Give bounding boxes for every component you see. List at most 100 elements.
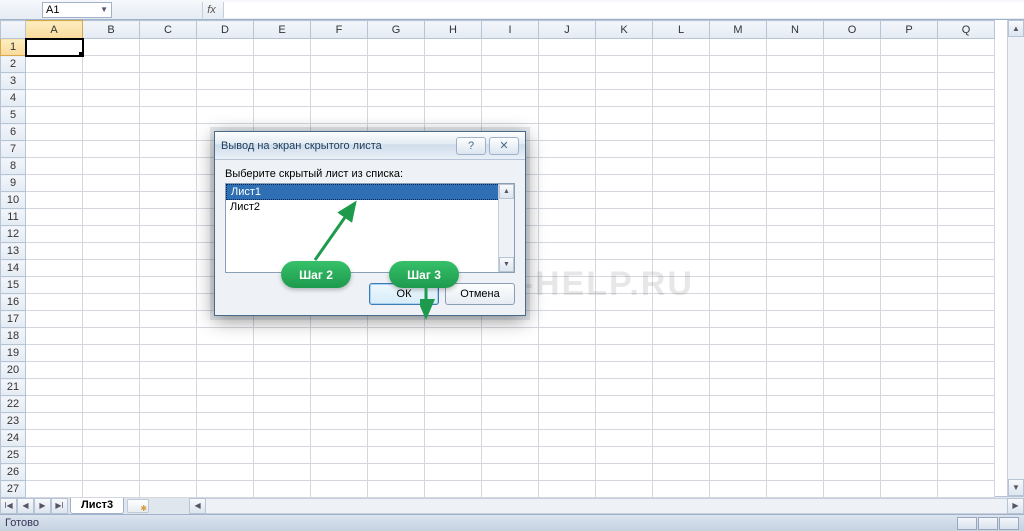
fx-button[interactable]: fx xyxy=(202,2,220,18)
cell-K13[interactable] xyxy=(596,243,653,260)
cell-J25[interactable] xyxy=(539,447,596,464)
cell-B23[interactable] xyxy=(83,413,140,430)
cell-Q6[interactable] xyxy=(938,124,995,141)
row-header-5[interactable]: 5 xyxy=(1,107,26,124)
cell-A22[interactable] xyxy=(26,396,83,413)
cell-J1[interactable] xyxy=(539,39,596,56)
cell-N24[interactable] xyxy=(767,430,824,447)
cell-H2[interactable] xyxy=(425,56,482,73)
cell-B6[interactable] xyxy=(83,124,140,141)
cell-F23[interactable] xyxy=(311,413,368,430)
horizontal-scrollbar[interactable]: ◀ ▶ xyxy=(189,498,1024,514)
cell-L11[interactable] xyxy=(653,209,710,226)
cell-N13[interactable] xyxy=(767,243,824,260)
cell-M26[interactable] xyxy=(710,464,767,481)
cell-D4[interactable] xyxy=(197,90,254,107)
cell-N8[interactable] xyxy=(767,158,824,175)
row-header-2[interactable]: 2 xyxy=(1,56,26,73)
cell-K17[interactable] xyxy=(596,311,653,328)
cell-N25[interactable] xyxy=(767,447,824,464)
cell-J5[interactable] xyxy=(539,107,596,124)
cell-O23[interactable] xyxy=(824,413,881,430)
cell-F4[interactable] xyxy=(311,90,368,107)
row-header-6[interactable]: 6 xyxy=(1,124,26,141)
row-header-13[interactable]: 13 xyxy=(1,243,26,260)
cell-J24[interactable] xyxy=(539,430,596,447)
cell-J7[interactable] xyxy=(539,141,596,158)
cell-G19[interactable] xyxy=(368,345,425,362)
row-header-17[interactable]: 17 xyxy=(1,311,26,328)
cell-A7[interactable] xyxy=(26,141,83,158)
list-item[interactable]: Лист1 xyxy=(226,184,514,200)
cell-B10[interactable] xyxy=(83,192,140,209)
cell-D18[interactable] xyxy=(197,328,254,345)
view-normal-button[interactable] xyxy=(957,517,977,530)
column-header-A[interactable]: A xyxy=(26,21,83,39)
cell-J19[interactable] xyxy=(539,345,596,362)
cell-N10[interactable] xyxy=(767,192,824,209)
scroll-down-icon[interactable]: ▼ xyxy=(1008,479,1024,496)
cell-P5[interactable] xyxy=(881,107,938,124)
cell-M5[interactable] xyxy=(710,107,767,124)
cell-M2[interactable] xyxy=(710,56,767,73)
scroll-up-icon[interactable]: ▲ xyxy=(1008,20,1024,37)
cell-J4[interactable] xyxy=(539,90,596,107)
cell-J6[interactable] xyxy=(539,124,596,141)
cell-C6[interactable] xyxy=(140,124,197,141)
cell-O2[interactable] xyxy=(824,56,881,73)
cell-O18[interactable] xyxy=(824,328,881,345)
cell-N19[interactable] xyxy=(767,345,824,362)
cell-E4[interactable] xyxy=(254,90,311,107)
cell-J17[interactable] xyxy=(539,311,596,328)
cell-I23[interactable] xyxy=(482,413,539,430)
cell-A20[interactable] xyxy=(26,362,83,379)
cell-O1[interactable] xyxy=(824,39,881,56)
cell-B26[interactable] xyxy=(83,464,140,481)
cell-J11[interactable] xyxy=(539,209,596,226)
cell-F25[interactable] xyxy=(311,447,368,464)
cell-H3[interactable] xyxy=(425,73,482,90)
row-header-20[interactable]: 20 xyxy=(1,362,26,379)
row-header-27[interactable]: 27 xyxy=(1,481,26,498)
cell-L4[interactable] xyxy=(653,90,710,107)
cell-B24[interactable] xyxy=(83,430,140,447)
cell-A10[interactable] xyxy=(26,192,83,209)
cell-I21[interactable] xyxy=(482,379,539,396)
cell-L19[interactable] xyxy=(653,345,710,362)
cell-D5[interactable] xyxy=(197,107,254,124)
row-header-25[interactable]: 25 xyxy=(1,447,26,464)
cell-J27[interactable] xyxy=(539,481,596,498)
row-header-21[interactable]: 21 xyxy=(1,379,26,396)
cell-A21[interactable] xyxy=(26,379,83,396)
cell-M12[interactable] xyxy=(710,226,767,243)
cell-P1[interactable] xyxy=(881,39,938,56)
cell-E21[interactable] xyxy=(254,379,311,396)
cell-F5[interactable] xyxy=(311,107,368,124)
cell-J23[interactable] xyxy=(539,413,596,430)
cell-O3[interactable] xyxy=(824,73,881,90)
cell-B22[interactable] xyxy=(83,396,140,413)
cell-N2[interactable] xyxy=(767,56,824,73)
row-header-10[interactable]: 10 xyxy=(1,192,26,209)
cancel-button[interactable]: Отмена xyxy=(445,283,515,305)
cell-Q10[interactable] xyxy=(938,192,995,209)
cell-J10[interactable] xyxy=(539,192,596,209)
cell-F1[interactable] xyxy=(311,39,368,56)
cell-M4[interactable] xyxy=(710,90,767,107)
cell-G27[interactable] xyxy=(368,481,425,498)
row-header-26[interactable]: 26 xyxy=(1,464,26,481)
cell-L24[interactable] xyxy=(653,430,710,447)
cell-K21[interactable] xyxy=(596,379,653,396)
cell-I4[interactable] xyxy=(482,90,539,107)
row-header-24[interactable]: 24 xyxy=(1,430,26,447)
name-box[interactable]: A1 ▼ xyxy=(42,2,112,18)
cell-J22[interactable] xyxy=(539,396,596,413)
cell-Q1[interactable] xyxy=(938,39,995,56)
row-header-11[interactable]: 11 xyxy=(1,209,26,226)
cell-P2[interactable] xyxy=(881,56,938,73)
cell-I26[interactable] xyxy=(482,464,539,481)
cell-Q17[interactable] xyxy=(938,311,995,328)
cell-P23[interactable] xyxy=(881,413,938,430)
cell-E22[interactable] xyxy=(254,396,311,413)
cell-L22[interactable] xyxy=(653,396,710,413)
